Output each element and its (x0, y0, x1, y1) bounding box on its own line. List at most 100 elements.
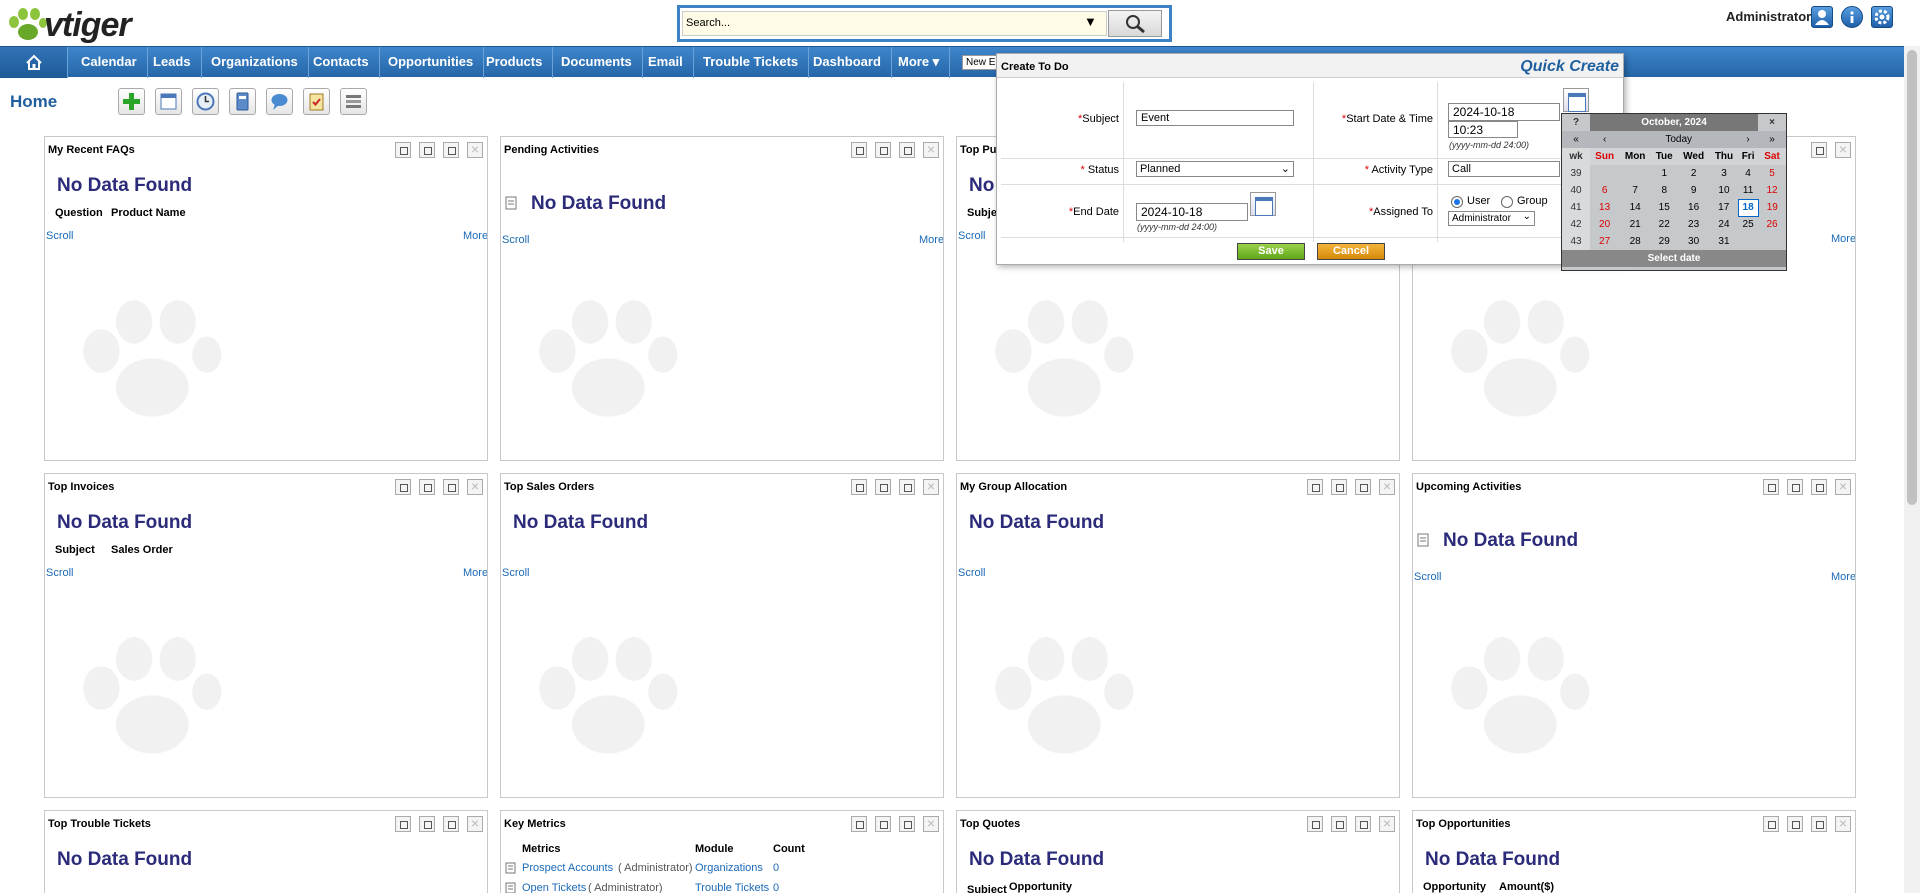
nav-leads[interactable]: Leads (143, 47, 202, 78)
widget-minimize-icon[interactable] (1811, 479, 1827, 495)
status-select[interactable]: Planned ⌄ (1136, 161, 1294, 177)
calendar-day[interactable]: 23 (1677, 216, 1709, 233)
widget-refresh-icon[interactable] (419, 816, 435, 832)
widget-refresh-icon[interactable] (1787, 816, 1803, 832)
todo-quick-button[interactable] (303, 88, 330, 115)
calendar-day[interactable]: 29 (1651, 233, 1677, 250)
nav-more[interactable]: More ▾ (888, 47, 951, 78)
more-link[interactable]: More (1831, 571, 1855, 583)
widget-minimize-icon[interactable] (443, 479, 459, 495)
prev-year-button[interactable]: « (1562, 131, 1590, 148)
end-date-input[interactable]: 2024-10-18 (1136, 203, 1248, 221)
widget-settings-icon[interactable] (851, 816, 867, 832)
scrollbar-thumb[interactable] (1907, 50, 1917, 505)
calendar-day[interactable]: 15 (1651, 199, 1677, 216)
scroll-link[interactable]: Scroll (502, 234, 530, 246)
widget-refresh-icon[interactable] (1787, 479, 1803, 495)
widget-close-icon[interactable] (467, 141, 483, 158)
start-date-input[interactable]: 2024-10-18 (1448, 103, 1560, 121)
chat-quick-button[interactable] (266, 88, 293, 115)
home-button[interactable] (0, 47, 68, 78)
nav-products[interactable]: Products (476, 47, 554, 78)
widget-minimize-icon[interactable] (443, 816, 459, 832)
widget-refresh-icon[interactable] (1331, 816, 1347, 832)
calendar-day[interactable]: 16 (1677, 199, 1709, 216)
scroll-link[interactable]: Scroll (46, 567, 74, 579)
count-link[interactable]: 0 (773, 862, 779, 874)
assign-group-radio[interactable] (1501, 196, 1513, 208)
module-link[interactable]: Trouble Tickets (695, 882, 769, 893)
widget-close-icon[interactable] (923, 478, 939, 495)
calendar-quick-button[interactable] (155, 88, 182, 115)
widget-close-icon[interactable] (1379, 815, 1395, 832)
subject-input[interactable]: Event (1136, 110, 1294, 126)
prev-month-button[interactable]: ‹ (1590, 131, 1619, 148)
metric-link[interactable]: Open Tickets (522, 882, 586, 893)
search-button[interactable] (1108, 10, 1162, 37)
widget-minimize-icon[interactable] (1355, 816, 1371, 832)
today-button[interactable]: Today (1619, 131, 1738, 148)
calendar-day[interactable]: 3 (1710, 165, 1738, 182)
notes-quick-button[interactable] (340, 88, 367, 115)
widget-minimize-icon[interactable] (1355, 479, 1371, 495)
calendar-day[interactable]: 14 (1619, 199, 1651, 216)
widget-settings-icon[interactable] (395, 479, 411, 495)
activity-type-select[interactable]: Call (1448, 161, 1560, 177)
scroll-link[interactable]: Scroll (958, 230, 986, 242)
widget-settings-icon[interactable] (395, 816, 411, 832)
save-button[interactable]: Save (1237, 243, 1305, 260)
widget-settings-icon[interactable] (1763, 816, 1779, 832)
calendar-day[interactable]: 26 (1758, 216, 1786, 233)
calendar-day[interactable]: 27 (1590, 233, 1619, 250)
calendar-close-button[interactable]: × (1758, 114, 1786, 131)
widget-refresh-icon[interactable] (875, 816, 891, 832)
start-time-input[interactable]: 10:23 (1448, 121, 1518, 138)
calendar-day[interactable]: 5 (1758, 165, 1786, 182)
calendar-day[interactable]: 22 (1651, 216, 1677, 233)
search-input[interactable]: Search... (682, 11, 1107, 36)
calendar-day[interactable]: 18 (1737, 198, 1759, 217)
widget-close-icon[interactable] (1835, 478, 1851, 495)
widget-close-icon[interactable] (1379, 478, 1395, 495)
start-date-calendar-icon[interactable] (1563, 88, 1589, 112)
scroll-link[interactable]: Scroll (958, 567, 986, 579)
more-link[interactable]: More (1831, 233, 1855, 245)
calendar-day[interactable]: 6 (1590, 182, 1619, 199)
scroll-link[interactable]: Scroll (502, 567, 530, 579)
calendar-help-button[interactable]: ? (1562, 114, 1590, 131)
user-profile-icon[interactable] (1811, 6, 1833, 28)
calendar-day[interactable]: 13 (1590, 199, 1619, 216)
calendar-day[interactable]: 28 (1619, 233, 1651, 250)
widget-minimize-icon[interactable] (1811, 142, 1827, 158)
nav-dashboard[interactable]: Dashboard (803, 47, 892, 78)
more-link[interactable]: More (463, 567, 487, 579)
calendar-day[interactable]: 8 (1651, 182, 1677, 199)
calendar-day[interactable]: 1 (1651, 165, 1677, 182)
assigned-to-select[interactable]: Administrator ⌄ (1448, 211, 1535, 226)
widget-minimize-icon[interactable] (1811, 816, 1827, 832)
next-year-button[interactable]: » (1758, 131, 1786, 148)
calendar-day[interactable]: 20 (1590, 216, 1619, 233)
widget-close-icon[interactable] (467, 478, 483, 495)
calendar-day[interactable]: 31 (1710, 233, 1738, 250)
widget-close-icon[interactable] (923, 141, 939, 158)
end-date-calendar-icon[interactable] (1250, 192, 1276, 216)
widget-close-icon[interactable] (1835, 141, 1851, 158)
widget-refresh-icon[interactable] (419, 142, 435, 158)
widget-refresh-icon[interactable] (419, 479, 435, 495)
search-dropdown-icon[interactable]: ▼ (1084, 14, 1098, 32)
assign-user-radio[interactable] (1451, 196, 1463, 208)
calendar-day[interactable]: 19 (1758, 199, 1786, 216)
calendar-day[interactable]: 30 (1677, 233, 1709, 250)
calendar-day[interactable]: 10 (1710, 182, 1738, 199)
calendar-day[interactable]: 25 (1738, 216, 1758, 233)
calendar-day[interactable]: 11 (1738, 182, 1758, 199)
module-link[interactable]: Organizations (695, 862, 763, 874)
widget-refresh-icon[interactable] (875, 479, 891, 495)
calendar-day[interactable]: 2 (1677, 165, 1709, 182)
nav-calendar[interactable]: Calendar (71, 47, 148, 78)
cancel-button[interactable]: Cancel (1317, 243, 1385, 260)
widget-refresh-icon[interactable] (875, 142, 891, 158)
metric-link[interactable]: Prospect Accounts (522, 862, 613, 874)
widget-refresh-icon[interactable] (1331, 479, 1347, 495)
